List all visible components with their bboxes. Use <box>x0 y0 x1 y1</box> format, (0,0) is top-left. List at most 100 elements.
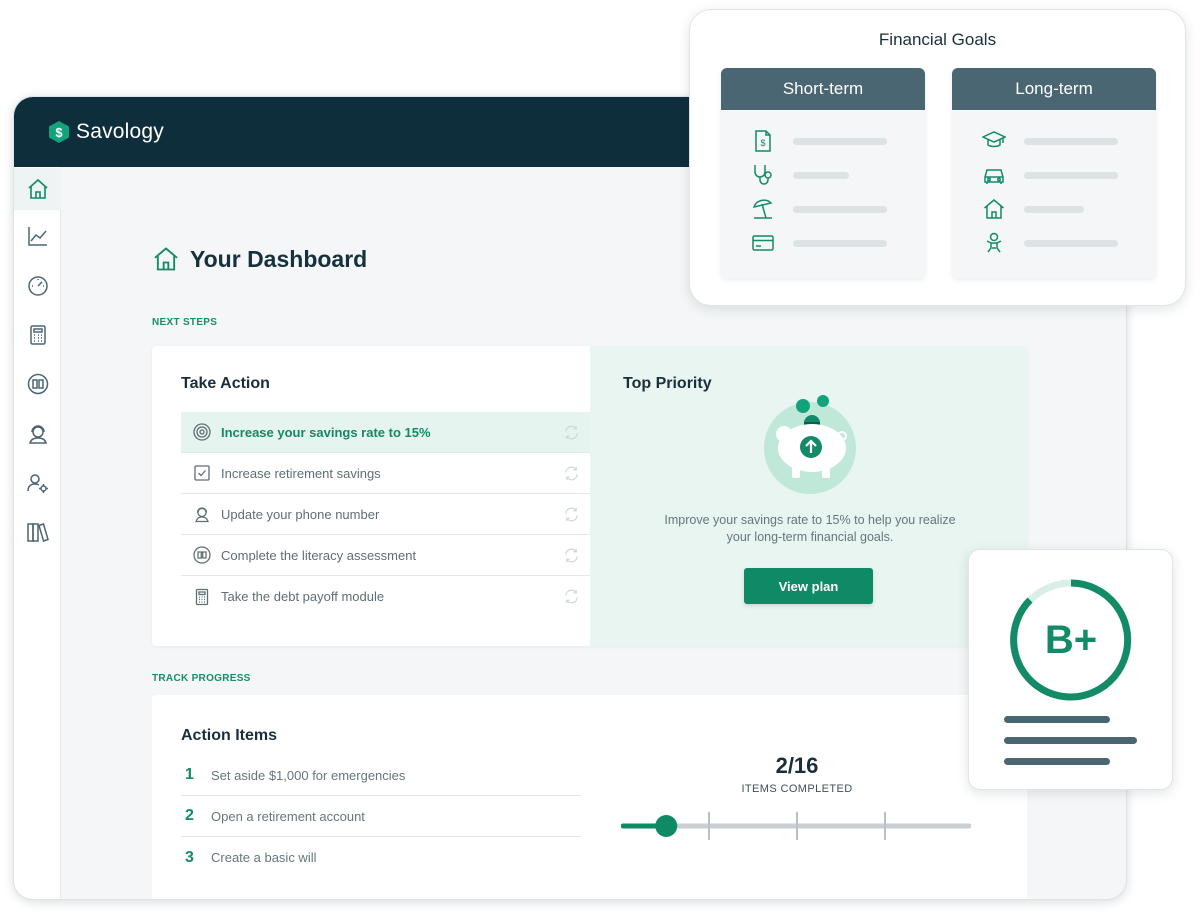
refresh-icon[interactable] <box>563 547 580 564</box>
item-number: 1 <box>185 766 194 783</box>
brand-name[interactable]: Savology <box>76 120 164 144</box>
refresh-icon[interactable] <box>563 424 580 441</box>
user-headset-icon <box>195 507 209 523</box>
home-icon <box>27 178 48 199</box>
section-label-next-steps: NEXT STEPS <box>152 317 218 328</box>
svg-text:$: $ <box>55 125 63 140</box>
financial-goals-title: Financial Goals <box>878 30 997 49</box>
section-label-track-progress: TRACK PROGRESS <box>152 673 251 684</box>
goal-item <box>952 158 1156 192</box>
action-item-label: Increase retirement savings <box>221 465 381 481</box>
goal-item <box>721 192 925 226</box>
item-label: Create a basic will <box>211 850 317 865</box>
action-item-label: Take the debt payoff module <box>221 589 385 604</box>
items-completed-label: ITEMS COMPLETED <box>741 783 853 795</box>
sidebar-item-account-settings[interactable] <box>14 462 61 504</box>
sidebar-item-home[interactable] <box>14 168 61 210</box>
item-label: Open a retirement account <box>211 808 365 824</box>
gauge-icon <box>27 276 48 296</box>
action-item-label: Update your phone number <box>221 506 380 522</box>
page-title: Your Dashboard <box>152 245 367 273</box>
action-item[interactable]: Increase your savings rate to 15% <box>181 412 590 453</box>
beach-umbrella-icon <box>752 199 773 219</box>
refresh-icon[interactable] <box>563 588 580 605</box>
sidebar <box>14 167 61 899</box>
sidebar-item-advisor[interactable] <box>14 413 61 455</box>
items-completed-count: 2/16 <box>775 753 819 778</box>
baby-icon <box>986 232 1002 253</box>
user-settings-icon <box>26 474 48 493</box>
item-number: 2 <box>185 807 194 824</box>
next-steps-card: Take Action Increase your savings rate t… <box>152 346 1027 646</box>
short-term-header: Short-term <box>721 68 925 110</box>
list-item[interactable]: 2 Open a retirement account <box>181 796 581 837</box>
placeholder-line <box>1004 737 1137 744</box>
list-item[interactable]: 3 Create a basic will <box>181 837 581 878</box>
action-item[interactable]: Take the debt payoff module <box>181 576 590 617</box>
top-priority-panel: Top Priority Improve your savings rate t… <box>590 346 1027 646</box>
chart-line-icon <box>27 227 47 246</box>
savology-logo-icon: $ <box>49 121 69 143</box>
track-progress-card: Action Items 1 Set aside $1,000 for emer… <box>152 695 1027 899</box>
refresh-icon[interactable] <box>563 506 580 523</box>
view-plan-button[interactable]: View plan <box>744 568 873 604</box>
placeholder-bar <box>793 172 849 179</box>
book-icon <box>193 546 211 564</box>
placeholder-bar <box>1024 206 1084 213</box>
goal-item <box>721 158 925 192</box>
sidebar-item-gauge[interactable] <box>14 265 61 307</box>
sidebar-item-calculator[interactable] <box>14 314 61 356</box>
take-action-panel: Take Action Increase your savings rate t… <box>152 346 590 646</box>
progress-slider[interactable] <box>621 809 971 843</box>
placeholder-bar <box>793 206 887 213</box>
car-icon <box>984 169 1004 184</box>
stethoscope-icon <box>754 165 772 185</box>
sidebar-item-library[interactable] <box>14 511 61 553</box>
action-item-label: Complete the literacy assessment <box>221 547 417 563</box>
action-item[interactable]: Increase retirement savings <box>181 453 590 494</box>
grade-value: B+ <box>1044 617 1098 662</box>
placeholder-bar <box>793 240 887 247</box>
placeholder-bar <box>793 138 887 145</box>
calculator-icon <box>29 325 46 345</box>
progress-handle[interactable] <box>655 815 678 837</box>
placeholder-bar <box>1024 240 1118 247</box>
goal-item <box>952 192 1156 226</box>
piggy-bank-icon <box>764 395 856 494</box>
list-item[interactable]: 1 Set aside $1,000 for emergencies <box>181 755 581 796</box>
action-item[interactable]: Update your phone number <box>181 494 590 535</box>
placeholder-bar <box>1024 172 1118 179</box>
house-icon <box>984 199 1004 219</box>
library-icon <box>26 523 49 542</box>
page-title-text: Your Dashboard <box>190 245 368 272</box>
credit-card-icon <box>752 235 774 251</box>
home-icon <box>154 247 178 271</box>
checkbox-icon <box>194 465 210 481</box>
item-label: Set aside $1,000 for emergencies <box>211 767 406 783</box>
placeholder-line <box>1004 716 1110 723</box>
refresh-icon[interactable] <box>563 465 580 482</box>
take-action-title: Take Action <box>181 375 270 392</box>
short-term-goals: Short-term $ <box>721 68 925 278</box>
goal-item <box>721 226 925 260</box>
calculator-icon <box>195 588 209 605</box>
book-icon <box>27 373 48 395</box>
grade-card: B+ <box>968 549 1173 790</box>
invoice-icon: $ <box>755 130 771 152</box>
action-item[interactable]: Complete the literacy assessment <box>181 535 590 576</box>
financial-goals-panel: Financial Goals Short-term $ Long-term <box>689 9 1186 306</box>
placeholder-line <box>1004 758 1110 765</box>
svg-text:$: $ <box>760 138 765 148</box>
graduation-cap-icon <box>982 131 1006 148</box>
goal-item <box>952 226 1156 260</box>
goal-item <box>952 124 1156 158</box>
item-number: 3 <box>185 848 194 866</box>
top-priority-description: Improve your savings rate to 15% to help… <box>664 513 956 544</box>
action-items-title: Action Items <box>181 727 278 744</box>
sidebar-item-charts[interactable] <box>14 215 61 257</box>
target-icon <box>193 423 211 441</box>
top-priority-title: Top Priority <box>623 375 712 392</box>
placeholder-bar <box>1024 138 1118 145</box>
sidebar-item-learning[interactable] <box>14 363 61 405</box>
goal-item: $ <box>721 124 925 158</box>
